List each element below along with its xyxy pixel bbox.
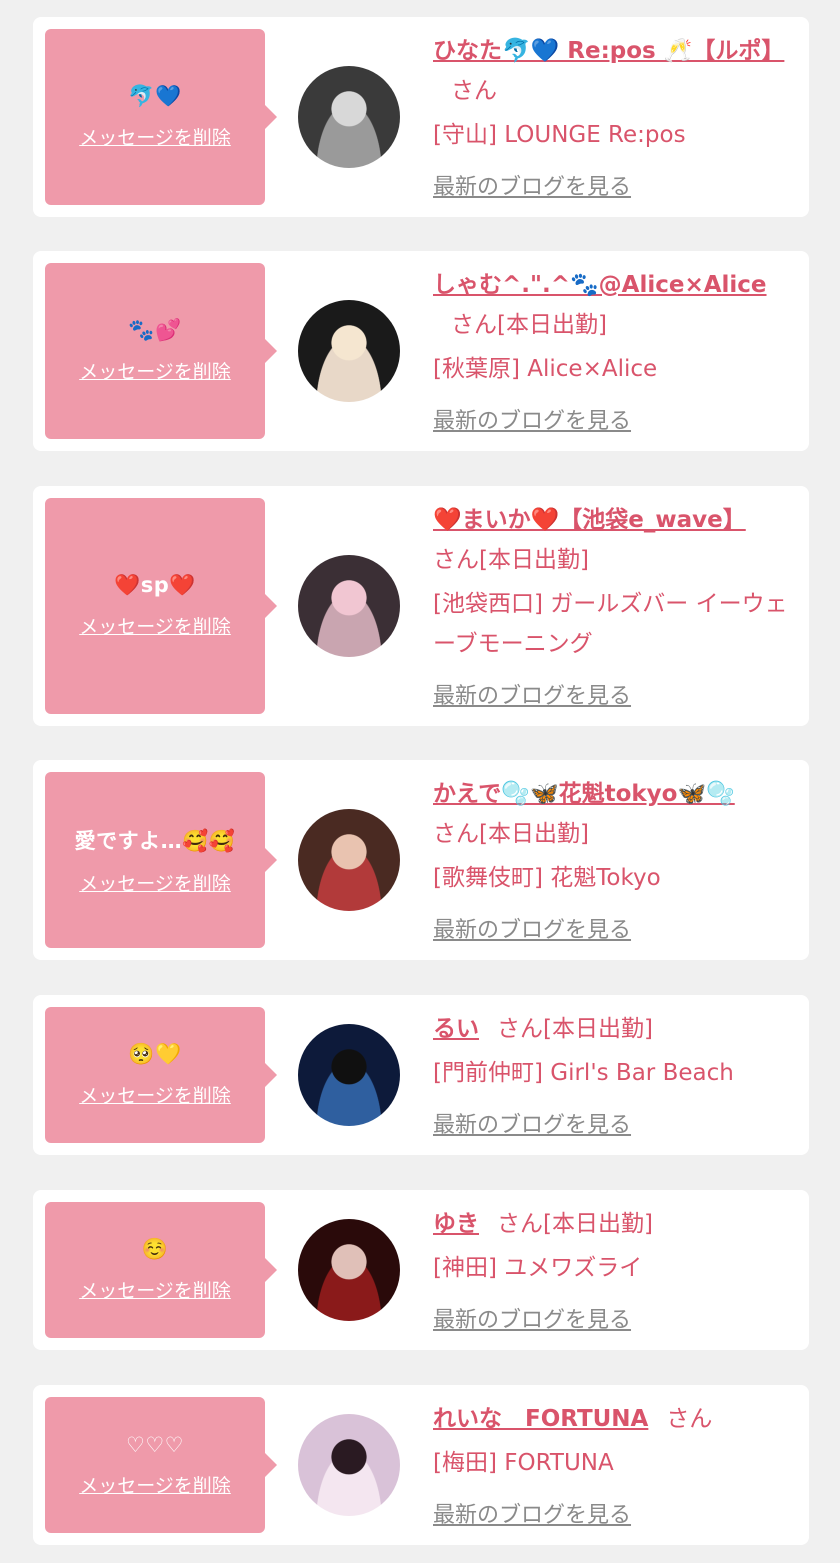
name-suffix: さん[本日出勤]: [433, 821, 589, 847]
cast-name-link[interactable]: かえで🫧🦋花魁tokyo🦋🫧: [433, 781, 735, 807]
shop-label: [神田] ユメワズライ: [433, 1255, 643, 1281]
delete-message-link[interactable]: メッセージを削除: [79, 1276, 231, 1303]
latest-blog-link[interactable]: 最新のブログを見る: [433, 678, 631, 710]
name-suffix: さん: [666, 1406, 713, 1432]
avatar[interactable]: [298, 809, 400, 911]
message-text: ♡♡♡: [126, 1432, 184, 1457]
cast-name-link[interactable]: るい: [433, 1016, 479, 1042]
cast-name-link[interactable]: ゆき: [433, 1211, 479, 1237]
cast-name-link[interactable]: ひなた🐬💙 Re:pos 🥂【ルポ】: [433, 38, 784, 64]
cast-name-link[interactable]: れいな FORTUNA: [433, 1406, 648, 1432]
name-line: ゆき さん[本日出勤]: [433, 1204, 797, 1244]
cast-info: ゆき さん[本日出勤] [神田] ユメワズライ 最新のブログを見る: [433, 1204, 797, 1334]
message-bubble: 🥺💛 メッセージを削除: [45, 1007, 277, 1143]
message-card: 🐬💙 メッセージを削除 ひなた🐬💙 Re:pos 🥂【ルポ】さん [守山] LO…: [33, 17, 809, 217]
delete-message-link[interactable]: メッセージを削除: [79, 1081, 231, 1108]
message-bubble: ❤️sp❤️ メッセージを削除: [45, 498, 277, 714]
delete-message-link[interactable]: メッセージを削除: [79, 357, 231, 384]
cast-name-link[interactable]: ❤️まいか❤️【池袋e_wave】: [433, 507, 746, 533]
latest-blog-link[interactable]: 最新のブログを見る: [433, 1302, 631, 1334]
shop-label: [守山] LOUNGE Re:pos: [433, 122, 686, 148]
message-bubble: 愛ですよ…🥰🥰 メッセージを削除: [45, 772, 277, 948]
name-line: かえで🫧🦋花魁tokyo🦋🫧 さん[本日出勤]: [433, 774, 797, 854]
shop-label: [梅田] FORTUNA: [433, 1450, 614, 1476]
name-suffix: さん[本日出勤]: [451, 312, 607, 338]
latest-blog-link[interactable]: 最新のブログを見る: [433, 1497, 631, 1529]
name-suffix: さん[本日出勤]: [497, 1211, 653, 1237]
name-line: ❤️まいか❤️【池袋e_wave】 さん[本日出勤]: [433, 500, 797, 580]
cast-name-link[interactable]: しゃむ^.".^🐾@Alice×Alice: [433, 272, 767, 298]
avatar[interactable]: [298, 300, 400, 402]
cast-info: ❤️まいか❤️【池袋e_wave】 さん[本日出勤] [池袋西口] ガールズバー …: [433, 500, 797, 710]
message-card: ❤️sp❤️ メッセージを削除 ❤️まいか❤️【池袋e_wave】 さん[本日出勤…: [33, 486, 809, 726]
name-suffix: さん[本日出勤]: [497, 1016, 653, 1042]
name-suffix: さん: [451, 78, 497, 104]
message-bubble: 🐾💕 メッセージを削除: [45, 263, 277, 439]
message-card: 愛ですよ…🥰🥰 メッセージを削除 かえで🫧🦋花魁tokyo🦋🫧 さん[本日出勤] …: [33, 760, 809, 960]
avatar[interactable]: [298, 1024, 400, 1126]
message-bubble: ☺️ メッセージを削除: [45, 1202, 277, 1338]
name-line: るい さん[本日出勤]: [433, 1009, 797, 1049]
name-line: れいな FORTUNA さん: [433, 1399, 797, 1439]
name-line: しゃむ^.".^🐾@Alice×Alice さん[本日出勤]: [433, 265, 797, 345]
delete-message-link[interactable]: メッセージを削除: [79, 1471, 231, 1498]
shop-label: [秋葉原] Alice×Alice: [433, 356, 658, 382]
message-text: 🐬💙: [128, 84, 182, 108]
cast-info: れいな FORTUNA さん [梅田] FORTUNA 最新のブログを見る: [433, 1399, 797, 1529]
shop-label: [門前仲町] Girl's Bar Beach: [433, 1060, 734, 1086]
message-text: ❤️sp❤️: [114, 573, 196, 597]
latest-blog-link[interactable]: 最新のブログを見る: [433, 403, 631, 435]
latest-blog-link[interactable]: 最新のブログを見る: [433, 912, 631, 944]
avatar[interactable]: [298, 1219, 400, 1321]
cast-info: かえで🫧🦋花魁tokyo🦋🫧 さん[本日出勤] [歌舞伎町] 花魁Tokyo 最新…: [433, 774, 797, 944]
cast-info: ひなた🐬💙 Re:pos 🥂【ルポ】さん [守山] LOUNGE Re:pos …: [433, 31, 797, 201]
shop-label: [池袋西口] ガールズバー イーウェーブモーニング: [433, 591, 788, 657]
message-card: 🐾💕 メッセージを削除 しゃむ^.".^🐾@Alice×Alice さん[本日出勤…: [33, 251, 809, 451]
message-card: ☺️ メッセージを削除 ゆき さん[本日出勤] [神田] ユメワズライ 最新のブロ…: [33, 1190, 809, 1350]
name-suffix: さん[本日出勤]: [433, 547, 589, 573]
avatar[interactable]: [298, 1414, 400, 1516]
message-text: ☺️: [141, 1237, 169, 1261]
message-card: 🥺💛 メッセージを削除 るい さん[本日出勤] [門前仲町] Girl's Bar…: [33, 995, 809, 1155]
message-text: 🥺💛: [128, 1042, 182, 1066]
message-card: ♡♡♡ メッセージを削除 れいな FORTUNA さん [梅田] FORTUNA …: [33, 1385, 809, 1545]
message-text: 愛ですよ…🥰🥰: [74, 828, 236, 853]
cast-info: しゃむ^.".^🐾@Alice×Alice さん[本日出勤] [秋葉原] Alic…: [433, 265, 797, 435]
delete-message-link[interactable]: メッセージを削除: [79, 612, 231, 639]
message-bubble: ♡♡♡ メッセージを削除: [45, 1397, 277, 1533]
avatar[interactable]: [298, 66, 400, 168]
latest-blog-link[interactable]: 最新のブログを見る: [433, 169, 631, 201]
cast-info: るい さん[本日出勤] [門前仲町] Girl's Bar Beach 最新のブロ…: [433, 1009, 797, 1139]
shop-label: [歌舞伎町] 花魁Tokyo: [433, 865, 661, 891]
name-line: ひなた🐬💙 Re:pos 🥂【ルポ】さん: [433, 31, 797, 111]
message-bubble: 🐬💙 メッセージを削除: [45, 29, 277, 205]
latest-blog-link[interactable]: 最新のブログを見る: [433, 1107, 631, 1139]
delete-message-link[interactable]: メッセージを削除: [79, 123, 231, 150]
avatar[interactable]: [298, 555, 400, 657]
message-text: 🐾💕: [128, 318, 182, 342]
delete-message-link[interactable]: メッセージを削除: [79, 869, 231, 896]
